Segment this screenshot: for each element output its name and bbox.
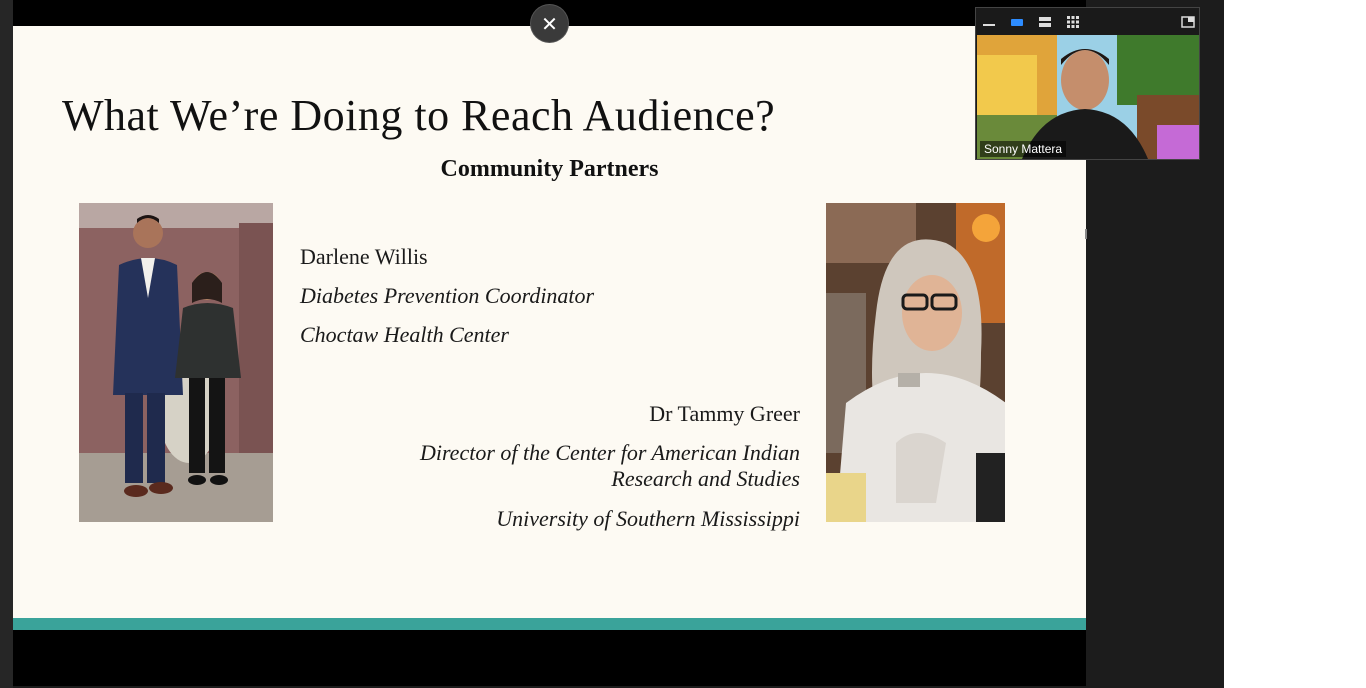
slide-subtitle-text: Community Partners bbox=[440, 156, 659, 182]
partner2-role-line1: Director of the Center for American Indi… bbox=[419, 440, 800, 465]
left-edge bbox=[0, 0, 13, 688]
slide-accent-strip bbox=[13, 618, 1086, 630]
partner1-org: Choctaw Health Center bbox=[300, 322, 509, 347]
partner2-photo bbox=[826, 203, 1005, 522]
partner1-role: Diabetes Prevention Coordinator bbox=[300, 283, 595, 308]
partner2-org: University of Southern Mississippi bbox=[496, 506, 800, 531]
participant-name-tag: Sonny Mattera bbox=[980, 141, 1067, 157]
scroll-marker bbox=[1085, 229, 1087, 239]
slide-subtitle: Community Partners bbox=[13, 156, 1086, 183]
partner2-name: Dr Tammy Greer bbox=[649, 401, 800, 426]
partner2-role-line2: Research and Studies bbox=[611, 466, 800, 491]
minimize-icon[interactable] bbox=[982, 14, 996, 28]
shared-slide: What We’re Doing to Reach Audience? Comm… bbox=[13, 26, 1086, 618]
strip-view-icon[interactable] bbox=[1038, 14, 1052, 28]
gallery-view-icon[interactable] bbox=[1066, 14, 1080, 28]
slide-title: What We’re Doing to Reach Audience? bbox=[62, 91, 776, 140]
partner1-name: Darlene Willis bbox=[300, 244, 428, 269]
close-share-button[interactable]: ✕ bbox=[531, 5, 568, 42]
share-bottom-bar bbox=[13, 630, 1086, 686]
speaker-view-icon[interactable] bbox=[1010, 14, 1024, 28]
partner1-photo bbox=[79, 203, 273, 522]
pop-out-icon[interactable] bbox=[1181, 14, 1195, 28]
video-panel[interactable]: Sonny Mattera bbox=[975, 7, 1200, 160]
video-toolbar bbox=[976, 8, 1199, 34]
participant-video[interactable]: Sonny Mattera bbox=[977, 35, 1199, 159]
